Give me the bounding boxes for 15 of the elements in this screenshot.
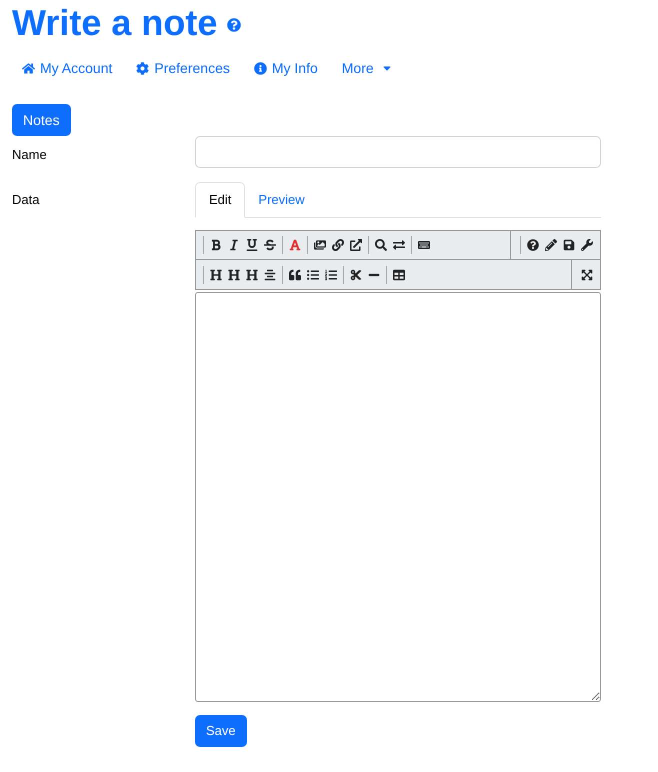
field-label: Name <box>12 146 48 164</box>
save-button[interactable]: Save <box>195 715 247 747</box>
page-title: Write a note <box>12 2 218 44</box>
nav-link[interactable]: My Account <box>12 58 122 78</box>
info-icon <box>254 62 267 74</box>
nav-link[interactable]: More <box>332 58 403 78</box>
home-icon <box>22 62 35 74</box>
field-label: Data <box>12 191 40 209</box>
editor-tab[interactable]: Preview <box>245 182 318 217</box>
name-field[interactable] <box>195 136 601 168</box>
nav-link[interactable]: Preferences <box>126 58 240 78</box>
nav-link[interactable]: My Info <box>244 58 328 78</box>
gear-icon <box>136 62 150 74</box>
notes-button[interactable]: Notes <box>12 104 71 136</box>
editor-tab[interactable]: Edit <box>195 182 246 218</box>
